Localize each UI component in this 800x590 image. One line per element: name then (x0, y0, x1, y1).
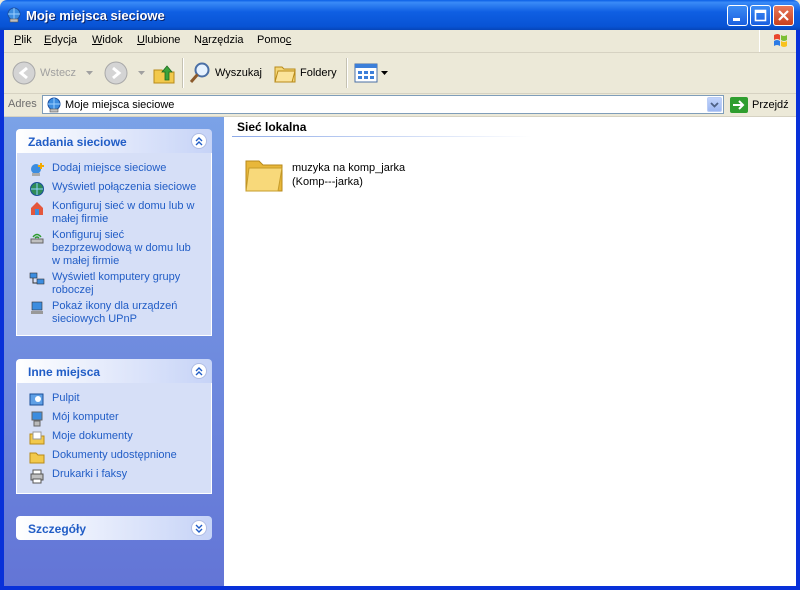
go-arrow-icon (730, 97, 748, 113)
minimize-icon (733, 18, 740, 21)
details-panel: Szczegóły (16, 516, 212, 540)
title-bar[interactable]: Moje miejsca sieciowe (0, 0, 800, 30)
views-icon (354, 63, 378, 83)
window-border (796, 30, 800, 590)
chevron-down-icon (138, 71, 145, 75)
menu-tools[interactable]: Narzędzia (194, 34, 244, 46)
content-pane: Sieć lokalna muzyka na komp_jarka (Komp-… (224, 117, 796, 586)
close-icon (778, 10, 789, 21)
task-pane: Zadania sieciowe Dodaj miejsce sieciowe … (4, 117, 224, 586)
menu-view[interactable]: Widok (92, 34, 123, 46)
my-computer-icon (31, 411, 43, 427)
windows-flag-icon (774, 34, 787, 47)
chevron-down-icon (381, 71, 388, 75)
upnp-device-icon (31, 301, 43, 314)
workgroup-computers-icon (29, 272, 45, 285)
forward-button[interactable] (104, 59, 146, 87)
task-view-workgroup-computers[interactable]: Wyświetl komputery grupy roboczej (17, 271, 211, 297)
window-title: Moje miejsca sieciowe (26, 8, 165, 23)
my-documents-icon (29, 431, 45, 445)
other-places-list: Pulpit Mój komputer Moje dokumenty Dokum… (16, 383, 212, 494)
address-bar: Adres Moje miejsca sieciowe Przejdź (0, 94, 800, 117)
collapse-icon[interactable] (191, 363, 207, 379)
address-dropdown[interactable] (707, 97, 722, 112)
item-host: (Komp---jarka) (292, 176, 363, 188)
chevron-down-icon (710, 102, 719, 108)
panel-title: Inne miejsca (28, 365, 101, 379)
chevron-down-icon (86, 71, 94, 75)
menu-file[interactable]: Plik (14, 34, 32, 46)
task-view-network-connections[interactable]: Wyświetl połączenia sieciowe (17, 181, 211, 197)
home-network-icon (31, 202, 43, 215)
folders-button[interactable]: Foldery (273, 59, 337, 87)
network-places-icon (7, 7, 21, 23)
maximize-button[interactable] (750, 5, 771, 26)
other-places-panel: Inne miejsca Pulpit Mój komputer Moje do… (16, 359, 212, 494)
collapse-icon[interactable] (191, 133, 207, 149)
views-button[interactable] (354, 59, 389, 87)
desktop-icon (29, 393, 44, 406)
search-button[interactable]: Wyszukaj (188, 59, 262, 87)
panel-title: Zadania sieciowe (28, 135, 127, 149)
folder-icon (245, 160, 283, 192)
explorer-window: Moje miejsca sieciowe Plik Edycja Widok … (0, 0, 800, 590)
item-name: muzyka na komp_jarka (292, 162, 406, 174)
minimize-button[interactable] (727, 5, 748, 26)
place-printers-faxes[interactable]: Drukarki i faksy (17, 468, 211, 484)
shared-folder-icon (29, 452, 45, 464)
close-button[interactable] (773, 5, 794, 26)
search-icon (189, 62, 210, 83)
other-places-header[interactable]: Inne miejsca (16, 359, 212, 383)
network-tasks-header[interactable]: Zadania sieciowe (16, 129, 212, 153)
folder-up-icon (153, 65, 175, 84)
printer-icon (30, 469, 44, 484)
windows-logo (759, 30, 800, 52)
window-border (0, 586, 800, 590)
place-my-documents[interactable]: Moje dokumenty (17, 430, 211, 446)
group-title: Sieć lokalna (237, 120, 307, 134)
task-show-upnp-icons[interactable]: Pokaż ikony dla urządzeń sieciowych UPnP (17, 300, 211, 326)
network-tasks-panel: Zadania sieciowe Dodaj miejsce sieciowe … (16, 129, 212, 336)
place-desktop[interactable]: Pulpit (17, 392, 211, 408)
back-button[interactable]: Wstecz (12, 59, 94, 87)
network-places-icon (47, 97, 61, 113)
search-label: Wyszukaj (215, 67, 262, 79)
network-tasks-list: Dodaj miejsce sieciowe Wyświetl połączen… (16, 153, 212, 336)
maximize-icon (754, 9, 767, 22)
menu-edit[interactable]: Edycja (44, 34, 77, 46)
forward-arrow-icon (104, 61, 128, 85)
go-button[interactable]: Przejdź (730, 96, 789, 114)
shared-folder-item[interactable]: muzyka na komp_jarka (Komp---jarka) (244, 155, 504, 199)
back-arrow-icon (12, 61, 36, 85)
address-label: Adres (8, 98, 37, 110)
task-setup-home-network[interactable]: Konfiguruj sieć w domu lub w małej firmie (17, 200, 211, 226)
folders-icon (274, 66, 296, 83)
add-network-place-icon (31, 163, 44, 176)
network-connections-icon (30, 182, 44, 196)
toolbar: Wstecz Wyszukaj Foldery (0, 53, 800, 94)
up-folder-button[interactable] (152, 59, 176, 87)
toolbar-separator (346, 58, 348, 88)
address-value: Moje miejsca sieciowe (65, 99, 175, 111)
folders-label: Foldery (300, 67, 337, 79)
task-add-network-place[interactable]: Dodaj miejsce sieciowe (17, 162, 211, 178)
group-divider (232, 136, 532, 137)
menu-bar: Plik Edycja Widok Ulubione Narzędzia Pom… (0, 30, 800, 53)
menu-favorites[interactable]: Ulubione (137, 34, 180, 46)
toolbar-separator (182, 58, 184, 88)
place-shared-documents[interactable]: Dokumenty udostępnione (17, 449, 211, 465)
expand-icon[interactable] (191, 520, 207, 536)
wireless-network-icon (30, 233, 44, 244)
back-label: Wstecz (40, 67, 77, 79)
address-input[interactable]: Moje miejsca sieciowe (42, 95, 724, 114)
place-my-computer[interactable]: Mój komputer (17, 411, 211, 427)
details-header[interactable]: Szczegóły (16, 516, 212, 540)
window-border (0, 30, 4, 590)
panel-title: Szczegóły (28, 522, 87, 536)
go-label: Przejdź (752, 99, 789, 111)
task-setup-wireless-network[interactable]: Konfiguruj sieć bezprzewodową w domu lub w… (17, 229, 211, 268)
menu-help[interactable]: Pomoc (257, 34, 291, 46)
